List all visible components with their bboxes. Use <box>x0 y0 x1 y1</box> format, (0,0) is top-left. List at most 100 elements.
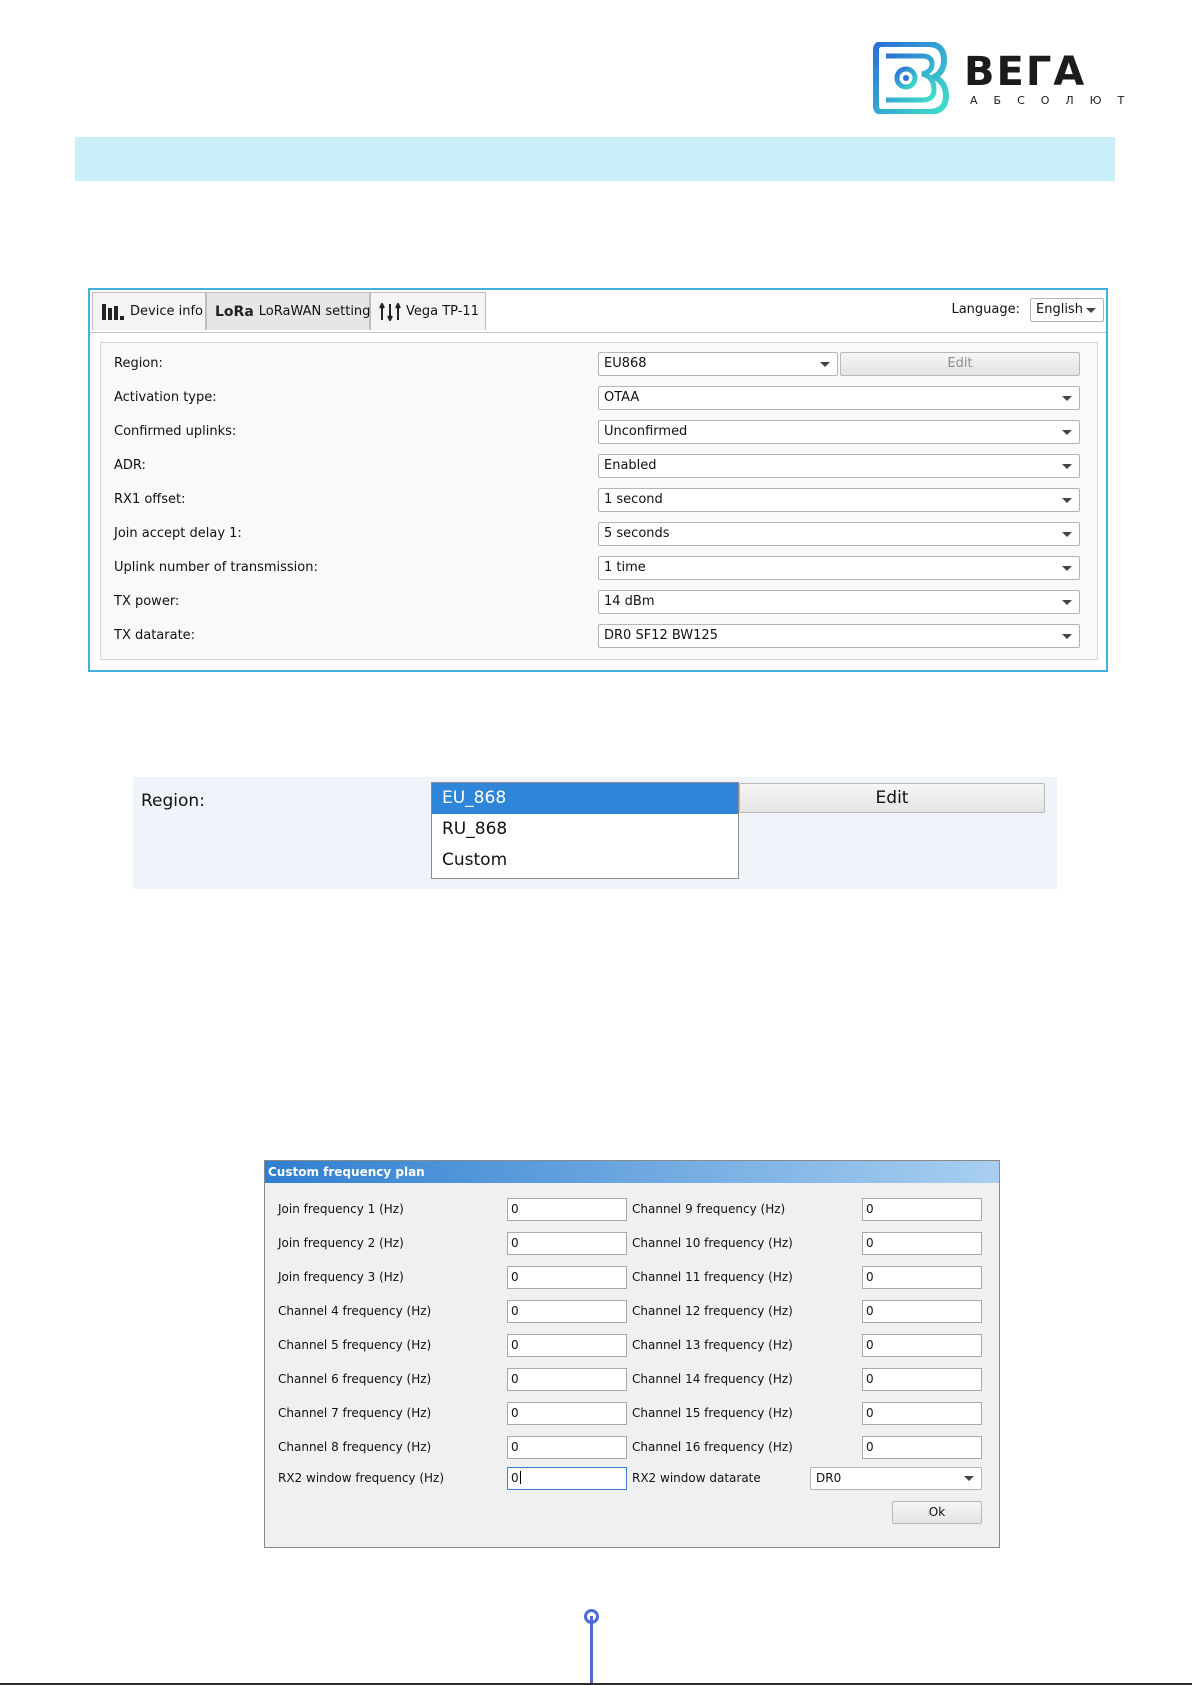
frequency-label: Channel 12 frequency (Hz) <box>632 1304 793 1318</box>
setting-label: Uplink number of transmission: <box>114 560 318 575</box>
frequency-input[interactable]: 0 <box>507 1266 627 1289</box>
tab-vega-tp11-label: Vega TP-11 <box>406 304 479 319</box>
chevron-down-icon <box>1062 464 1072 469</box>
dialog-title: Custom frequency plan <box>265 1161 999 1183</box>
frequency-label: Channel 14 frequency (Hz) <box>632 1372 793 1386</box>
region-dropdown-example: Region: Edit EU_868 RU_868 Custom <box>133 777 1057 889</box>
setting-select[interactable]: Enabled <box>598 454 1080 478</box>
tab-vega-tp11[interactable]: Vega TP-11 <box>370 292 486 330</box>
setting-select[interactable]: 14 dBm <box>598 590 1080 614</box>
frequency-label: Channel 10 frequency (Hz) <box>632 1236 793 1250</box>
frequency-input[interactable]: 0 <box>507 1368 627 1391</box>
rx2-frequency-input[interactable]: 0 <box>507 1467 627 1490</box>
header-band <box>75 137 1115 181</box>
frequency-label: Join frequency 3 (Hz) <box>278 1270 404 1284</box>
frequency-label: Channel 9 frequency (Hz) <box>632 1202 786 1216</box>
chevron-down-icon <box>1062 566 1072 571</box>
frequency-label: Channel 7 frequency (Hz) <box>278 1406 432 1420</box>
frequency-input[interactable]: 0 <box>862 1436 982 1459</box>
setting-value: OTAA <box>604 390 640 405</box>
setting-label: Join accept delay 1: <box>114 526 242 541</box>
setting-value: EU868 <box>604 356 647 371</box>
chevron-down-icon <box>1086 308 1096 313</box>
region-option-eu868[interactable]: EU_868 <box>432 783 738 814</box>
chevron-down-icon <box>1062 498 1072 503</box>
tab-device-info-label: Device info <box>130 304 203 319</box>
vega-logo: ВЕГА АБСОЛЮТ <box>870 42 1124 116</box>
frequency-label: Channel 4 frequency (Hz) <box>278 1304 432 1318</box>
chevron-down-icon <box>1062 634 1072 639</box>
chevron-down-icon <box>1062 396 1072 401</box>
setting-value: DR0 SF12 BW125 <box>604 628 718 643</box>
region-label: Region: <box>141 791 205 811</box>
setting-select[interactable]: EU868 <box>598 352 838 376</box>
rx2-frequency-value: 0 <box>511 1471 519 1485</box>
frequency-label: Join frequency 2 (Hz) <box>278 1236 404 1250</box>
setting-label: Confirmed uplinks: <box>114 424 237 439</box>
frequency-input[interactable]: 0 <box>862 1402 982 1425</box>
tab-lorawan-settings-label: LoRaWAN settings <box>258 304 378 319</box>
setting-select[interactable]: OTAA <box>598 386 1080 410</box>
setting-select[interactable]: DR0 SF12 BW125 <box>598 624 1080 648</box>
frequency-input[interactable]: 0 <box>862 1232 982 1255</box>
tab-bar: Device info LoRa LoRaWAN settings Vega T… <box>90 290 1106 333</box>
logo-brand-text: ВЕГА <box>964 49 1087 95</box>
frequency-input[interactable]: 0 <box>507 1334 627 1357</box>
logo-tagline: АБСОЛЮТ <box>970 94 1141 107</box>
tab-device-info[interactable]: Device info <box>92 292 206 330</box>
frequency-input[interactable]: 0 <box>862 1334 982 1357</box>
frequency-label: Channel 5 frequency (Hz) <box>278 1338 432 1352</box>
setting-value: 5 seconds <box>604 526 670 541</box>
setting-select[interactable]: 5 seconds <box>598 522 1080 546</box>
language-value: English <box>1036 302 1083 317</box>
frequency-label: Channel 15 frequency (Hz) <box>632 1406 793 1420</box>
region-dropdown-list: EU_868 RU_868 Custom <box>431 782 739 879</box>
chevron-down-icon <box>820 362 830 367</box>
lora-logo-icon: LoRa <box>215 303 254 320</box>
region-edit-button[interactable]: Edit <box>739 783 1045 813</box>
rx2-datarate-value: DR0 <box>816 1471 842 1485</box>
frequency-input[interactable]: 0 <box>507 1402 627 1425</box>
ok-button[interactable]: Ok <box>892 1501 982 1524</box>
frequency-label: Join frequency 1 (Hz) <box>278 1202 404 1216</box>
setting-select[interactable]: Unconfirmed <box>598 420 1080 444</box>
tab-lorawan-settings[interactable]: LoRa LoRaWAN settings <box>206 292 377 330</box>
frequency-label: Channel 6 frequency (Hz) <box>278 1372 432 1386</box>
vega-emblem-icon <box>873 42 950 114</box>
rx2-datarate-select[interactable]: DR0 <box>810 1467 982 1490</box>
frequency-input[interactable]: 0 <box>862 1266 982 1289</box>
setting-select[interactable]: 1 time <box>598 556 1080 580</box>
frequency-input[interactable]: 0 <box>507 1232 627 1255</box>
setting-select[interactable]: 1 second <box>598 488 1080 512</box>
frequency-input[interactable]: 0 <box>862 1198 982 1221</box>
setting-label: TX datarate: <box>114 628 196 643</box>
frequency-label: Channel 13 frequency (Hz) <box>632 1338 793 1352</box>
setting-value: 14 dBm <box>604 594 655 609</box>
rx2-datarate-label: RX2 window datarate <box>632 1471 761 1485</box>
frequency-input[interactable]: 0 <box>507 1436 627 1459</box>
connector-line <box>590 1616 593 1684</box>
setting-value: 1 time <box>604 560 646 575</box>
setting-label: Activation type: <box>114 390 217 405</box>
region-option-custom[interactable]: Custom <box>432 845 738 876</box>
sliders-icon <box>379 302 401 321</box>
rx2-frequency-label: RX2 window frequency (Hz) <box>278 1471 445 1485</box>
setting-value: 1 second <box>604 492 663 507</box>
custom-frequency-dialog: Custom frequency plan Join frequency 1 (… <box>264 1160 1000 1548</box>
language-select[interactable]: English <box>1030 298 1104 322</box>
frequency-input[interactable]: 0 <box>862 1368 982 1391</box>
frequency-input[interactable]: 0 <box>507 1300 627 1323</box>
settings-window: Device info LoRa LoRaWAN settings Vega T… <box>88 288 1108 672</box>
setting-label: Region: <box>114 356 163 371</box>
frequency-input[interactable]: 0 <box>507 1198 627 1221</box>
frequency-label: Channel 8 frequency (Hz) <box>278 1440 432 1454</box>
frequency-input[interactable]: 0 <box>862 1300 982 1323</box>
frequency-label: Channel 16 frequency (Hz) <box>632 1440 793 1454</box>
frequency-label: Channel 11 frequency (Hz) <box>632 1270 793 1284</box>
chevron-down-icon <box>1062 532 1072 537</box>
setting-value: Unconfirmed <box>604 424 688 439</box>
region-option-ru868[interactable]: RU_868 <box>432 814 738 845</box>
setting-label: RX1 offset: <box>114 492 186 507</box>
setting-value: Enabled <box>604 458 657 473</box>
region-edit-button[interactable]: Edit <box>840 352 1080 376</box>
